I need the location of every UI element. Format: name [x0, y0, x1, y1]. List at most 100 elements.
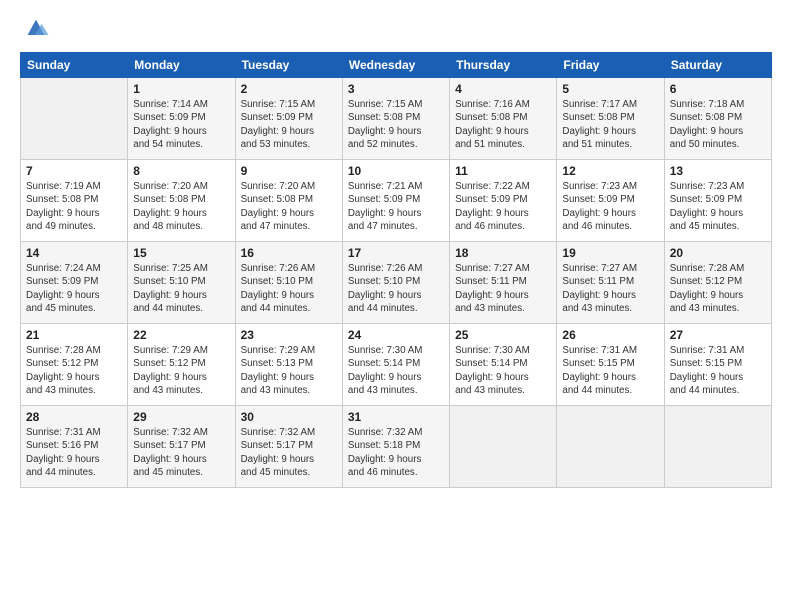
- weekday-header-sunday: Sunday: [21, 53, 128, 78]
- day-detail: Sunrise: 7:14 AMSunset: 5:09 PMDaylight:…: [133, 98, 229, 151]
- calendar-week-1: 1Sunrise: 7:14 AMSunset: 5:09 PMDaylight…: [21, 78, 772, 160]
- calendar-body: 1Sunrise: 7:14 AMSunset: 5:09 PMDaylight…: [21, 78, 772, 488]
- calendar-cell: 11Sunrise: 7:22 AMSunset: 5:09 PMDayligh…: [450, 160, 557, 242]
- calendar-cell: 5 Sunrise: 7:17 AMSunset: 5:08 PMDaylight…: [557, 78, 664, 160]
- calendar-cell: 9 Sunrise: 7:20 AMSunset: 5:08 PMDaylight…: [235, 160, 342, 242]
- calendar-cell: 2 Sunrise: 7:15 AMSunset: 5:09 PMDaylight…: [235, 78, 342, 160]
- day-number: 9: [241, 164, 337, 178]
- day-number: 8: [133, 164, 229, 178]
- calendar-cell: 29Sunrise: 7:32 AMSunset: 5:17 PMDayligh…: [128, 406, 235, 488]
- calendar-cell: 17 Sunrise: 7:26 AMSunset: 5:10 PMDayligh…: [342, 242, 449, 324]
- calendar-cell: 7Sunrise: 7:19 AMSunset: 5:08 PMDaylight…: [21, 160, 128, 242]
- day-number: 25: [455, 328, 551, 342]
- day-number: 19: [562, 246, 658, 260]
- calendar-cell: [450, 406, 557, 488]
- day-number: 15: [133, 246, 229, 260]
- day-number: 28: [26, 410, 122, 424]
- day-detail: Sunrise: 7:31 AMSunset: 5:15 PMDaylight:…: [562, 344, 658, 397]
- weekday-header-row: SundayMondayTuesdayWednesdayThursdayFrid…: [21, 53, 772, 78]
- calendar-week-3: 14 Sunrise: 7:24 AMSunset: 5:09 PMDayligh…: [21, 242, 772, 324]
- day-detail: Sunrise: 7:23 AMSunset: 5:09 PMDaylight:…: [562, 180, 658, 233]
- day-detail: Sunrise: 7:23 AMSunset: 5:09 PMDaylight:…: [670, 180, 766, 233]
- calendar-cell: 27 Sunrise: 7:31 AMSunset: 5:15 PMDayligh…: [664, 324, 771, 406]
- day-detail: Sunrise: 7:28 AMSunset: 5:12 PMDaylight:…: [670, 262, 766, 315]
- day-number: 16: [241, 246, 337, 260]
- calendar-cell: [664, 406, 771, 488]
- weekday-header-wednesday: Wednesday: [342, 53, 449, 78]
- day-detail: Sunrise: 7:22 AMSunset: 5:09 PMDaylight:…: [455, 180, 551, 233]
- day-detail: Sunrise: 7:32 AMSunset: 5:17 PMDaylight:…: [241, 426, 337, 479]
- calendar-cell: 28 Sunrise: 7:31 AMSunset: 5:16 PMDayligh…: [21, 406, 128, 488]
- day-detail: Sunrise: 7:26 AMSunset: 5:10 PMDaylight:…: [241, 262, 337, 315]
- day-detail: Sunrise: 7:26 AMSunset: 5:10 PMDaylight:…: [348, 262, 444, 315]
- calendar-cell: 4 Sunrise: 7:16 AMSunset: 5:08 PMDaylight…: [450, 78, 557, 160]
- calendar-cell: 25Sunrise: 7:30 AMSunset: 5:14 PMDayligh…: [450, 324, 557, 406]
- calendar-cell: 18 Sunrise: 7:27 AMSunset: 5:11 PMDayligh…: [450, 242, 557, 324]
- day-detail: Sunrise: 7:32 AMSunset: 5:18 PMDaylight:…: [348, 426, 444, 479]
- day-number: 6: [670, 82, 766, 96]
- calendar-cell: 3 Sunrise: 7:15 AMSunset: 5:08 PMDaylight…: [342, 78, 449, 160]
- day-number: 23: [241, 328, 337, 342]
- day-detail: Sunrise: 7:32 AMSunset: 5:17 PMDaylight:…: [133, 426, 229, 479]
- day-detail: Sunrise: 7:29 AMSunset: 5:12 PMDaylight:…: [133, 344, 229, 397]
- day-detail: Sunrise: 7:30 AMSunset: 5:14 PMDaylight:…: [348, 344, 444, 397]
- day-detail: Sunrise: 7:31 AMSunset: 5:15 PMDaylight:…: [670, 344, 766, 397]
- calendar-cell: 31 Sunrise: 7:32 AMSunset: 5:18 PMDayligh…: [342, 406, 449, 488]
- day-number: 22: [133, 328, 229, 342]
- weekday-header-thursday: Thursday: [450, 53, 557, 78]
- day-detail: Sunrise: 7:21 AMSunset: 5:09 PMDaylight:…: [348, 180, 444, 233]
- calendar-cell: 30 Sunrise: 7:32 AMSunset: 5:17 PMDayligh…: [235, 406, 342, 488]
- day-detail: Sunrise: 7:20 AMSunset: 5:08 PMDaylight:…: [241, 180, 337, 233]
- day-number: 3: [348, 82, 444, 96]
- day-detail: Sunrise: 7:15 AMSunset: 5:09 PMDaylight:…: [241, 98, 337, 151]
- calendar-week-2: 7Sunrise: 7:19 AMSunset: 5:08 PMDaylight…: [21, 160, 772, 242]
- day-detail: Sunrise: 7:15 AMSunset: 5:08 PMDaylight:…: [348, 98, 444, 151]
- day-number: 17: [348, 246, 444, 260]
- day-number: 12: [562, 164, 658, 178]
- day-detail: Sunrise: 7:25 AMSunset: 5:10 PMDaylight:…: [133, 262, 229, 315]
- calendar-cell: [21, 78, 128, 160]
- logo: [20, 18, 50, 42]
- calendar-cell: 26 Sunrise: 7:31 AMSunset: 5:15 PMDayligh…: [557, 324, 664, 406]
- calendar-cell: 20 Sunrise: 7:28 AMSunset: 5:12 PMDayligh…: [664, 242, 771, 324]
- calendar-cell: 19 Sunrise: 7:27 AMSunset: 5:11 PMDayligh…: [557, 242, 664, 324]
- day-detail: Sunrise: 7:24 AMSunset: 5:09 PMDaylight:…: [26, 262, 122, 315]
- day-number: 30: [241, 410, 337, 424]
- day-number: 24: [348, 328, 444, 342]
- day-number: 31: [348, 410, 444, 424]
- calendar-week-5: 28 Sunrise: 7:31 AMSunset: 5:16 PMDayligh…: [21, 406, 772, 488]
- calendar-cell: [557, 406, 664, 488]
- page-container: SundayMondayTuesdayWednesdayThursdayFrid…: [0, 0, 792, 498]
- calendar-cell: 13Sunrise: 7:23 AMSunset: 5:09 PMDayligh…: [664, 160, 771, 242]
- day-detail: Sunrise: 7:18 AMSunset: 5:08 PMDaylight:…: [670, 98, 766, 151]
- calendar-cell: 12 Sunrise: 7:23 AMSunset: 5:09 PMDayligh…: [557, 160, 664, 242]
- logo-icon: [22, 14, 50, 42]
- day-number: 14: [26, 246, 122, 260]
- day-detail: Sunrise: 7:27 AMSunset: 5:11 PMDaylight:…: [455, 262, 551, 315]
- day-number: 18: [455, 246, 551, 260]
- calendar-cell: 24 Sunrise: 7:30 AMSunset: 5:14 PMDayligh…: [342, 324, 449, 406]
- day-detail: Sunrise: 7:17 AMSunset: 5:08 PMDaylight:…: [562, 98, 658, 151]
- weekday-header-saturday: Saturday: [664, 53, 771, 78]
- day-number: 26: [562, 328, 658, 342]
- day-number: 20: [670, 246, 766, 260]
- day-number: 27: [670, 328, 766, 342]
- day-number: 5: [562, 82, 658, 96]
- day-detail: Sunrise: 7:29 AMSunset: 5:13 PMDaylight:…: [241, 344, 337, 397]
- day-number: 4: [455, 82, 551, 96]
- day-detail: Sunrise: 7:31 AMSunset: 5:16 PMDaylight:…: [26, 426, 122, 479]
- day-number: 21: [26, 328, 122, 342]
- day-detail: Sunrise: 7:28 AMSunset: 5:12 PMDaylight:…: [26, 344, 122, 397]
- calendar-cell: 10 Sunrise: 7:21 AMSunset: 5:09 PMDayligh…: [342, 160, 449, 242]
- day-number: 10: [348, 164, 444, 178]
- calendar-cell: 14 Sunrise: 7:24 AMSunset: 5:09 PMDayligh…: [21, 242, 128, 324]
- calendar-cell: 6 Sunrise: 7:18 AMSunset: 5:08 PMDaylight…: [664, 78, 771, 160]
- calendar-cell: 8Sunrise: 7:20 AMSunset: 5:08 PMDaylight…: [128, 160, 235, 242]
- calendar-cell: 15 Sunrise: 7:25 AMSunset: 5:10 PMDayligh…: [128, 242, 235, 324]
- day-number: 2: [241, 82, 337, 96]
- weekday-header-monday: Monday: [128, 53, 235, 78]
- calendar-week-4: 21 Sunrise: 7:28 AMSunset: 5:12 PMDayligh…: [21, 324, 772, 406]
- day-detail: Sunrise: 7:27 AMSunset: 5:11 PMDaylight:…: [562, 262, 658, 315]
- page-header: [20, 18, 772, 42]
- day-detail: Sunrise: 7:16 AMSunset: 5:08 PMDaylight:…: [455, 98, 551, 151]
